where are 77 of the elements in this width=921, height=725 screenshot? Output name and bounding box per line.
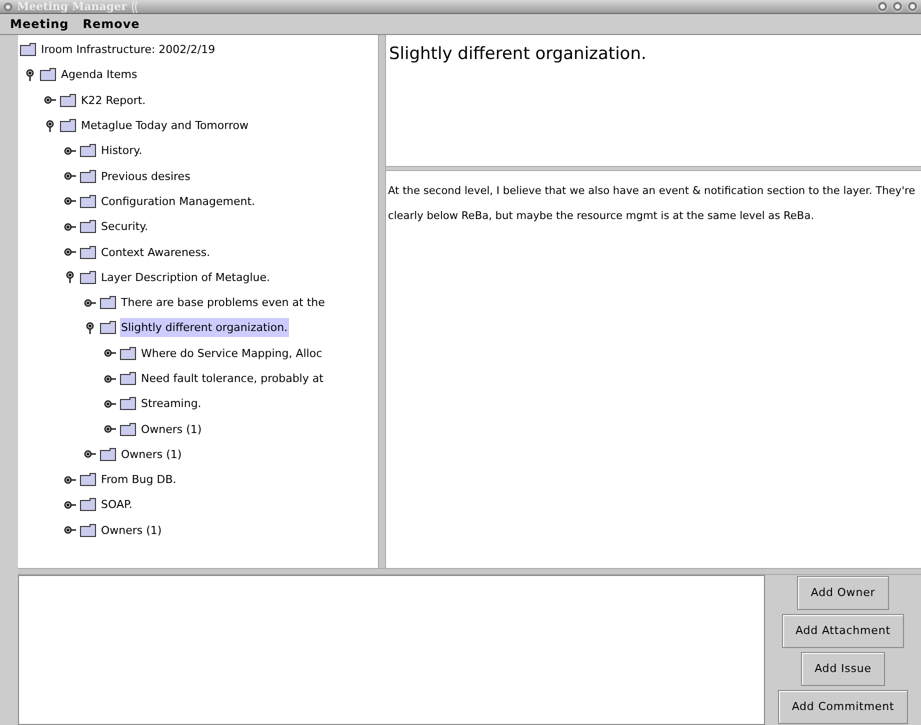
body-text[interactable]: At the second level, I believe that we also have an event & notification section to the layer. They're clearly below ReBa, but maybe the resource mgmt is at the same level as ReBa. <box>386 171 921 568</box>
collapsed-handle-icon[interactable] <box>64 195 76 208</box>
tree-item[interactable]: Previous desires <box>100 166 192 186</box>
folder-icon <box>100 321 116 334</box>
folder-icon <box>120 346 136 360</box>
grip-icon <box>130 0 139 12</box>
item-title: Slightly different organization. <box>389 43 648 65</box>
folder-icon <box>80 270 96 284</box>
collapsed-handle-icon[interactable] <box>64 170 76 182</box>
tree-item[interactable]: There are base problems even at the <box>120 293 326 312</box>
expanded-handle-icon[interactable] <box>84 322 96 334</box>
collapsed-handle-icon[interactable] <box>64 220 76 233</box>
window-menu-icon[interactable] <box>3 2 13 12</box>
collapsed-handle-icon[interactable] <box>104 372 116 384</box>
folder-icon <box>80 144 96 158</box>
folder-icon <box>80 524 96 537</box>
collapsed-handle-icon[interactable] <box>64 474 76 486</box>
tree-item[interactable]: Slightly different organization. <box>120 318 289 338</box>
folder-icon <box>80 498 96 512</box>
tree-item[interactable]: Iroom Infrastructure: 2002/2/19 <box>40 40 216 60</box>
split-handle[interactable] <box>18 568 921 575</box>
collapsed-handle-icon[interactable] <box>84 448 96 460</box>
folder-icon <box>120 422 136 436</box>
collapsed-handle-icon[interactable] <box>84 296 96 309</box>
folder-icon <box>100 448 116 461</box>
split-handle[interactable] <box>378 35 386 568</box>
folder-icon <box>60 119 76 132</box>
tree-item[interactable]: Need fault tolerance, probably at <box>140 369 324 388</box>
tree-item[interactable]: Owners (1) <box>100 520 163 540</box>
action-button[interactable]: Add Attachment <box>782 614 904 648</box>
tree-item[interactable]: Context Awareness. <box>100 242 212 262</box>
tree-item[interactable]: Owners (1) <box>140 420 203 439</box>
tree-item[interactable]: Metaglue Today and Tomorrow <box>80 116 250 136</box>
collapsed-handle-icon[interactable] <box>44 94 56 106</box>
folder-icon <box>80 473 96 486</box>
tree-item[interactable]: SOAP. <box>100 495 134 514</box>
tree-item[interactable]: Agenda Items <box>60 65 138 84</box>
expanded-handle-icon[interactable] <box>64 271 76 284</box>
action-button[interactable]: Add Commitment <box>778 690 908 724</box>
window-title: Meeting Manager <box>17 1 127 12</box>
collapsed-handle-icon[interactable] <box>64 524 76 536</box>
collapsed-handle-icon[interactable] <box>104 347 116 360</box>
menu-item[interactable]: Meeting <box>10 15 69 33</box>
folder-icon <box>20 43 36 56</box>
folder-icon <box>80 220 96 234</box>
menu-item[interactable]: Remove <box>82 15 140 33</box>
folder-icon <box>40 68 56 82</box>
title-field[interactable]: Slightly different organization. <box>386 35 921 166</box>
action-button[interactable]: Add Owner <box>796 576 890 610</box>
tree-item[interactable]: Configuration Management. <box>100 192 256 211</box>
close-icon[interactable] <box>907 1 918 12</box>
collapsed-handle-icon[interactable] <box>104 423 116 436</box>
tree-item[interactable]: From Bug DB. <box>100 470 178 490</box>
folder-icon <box>60 94 76 107</box>
collapsed-handle-icon[interactable] <box>64 246 76 258</box>
collapsed-handle-icon[interactable] <box>104 398 116 410</box>
tree-item[interactable]: K22 Report. <box>80 90 147 110</box>
collapsed-handle-icon[interactable] <box>64 498 76 511</box>
tree-item[interactable]: Where do Service Mapping, Alloc <box>140 344 324 363</box>
tree-item[interactable]: Security. <box>100 217 150 236</box>
action-button[interactable]: Add Issue <box>800 652 886 686</box>
minimize-icon[interactable] <box>877 1 888 12</box>
expanded-handle-icon[interactable] <box>24 68 36 81</box>
tree-item[interactable]: Layer Description of Metaglue. <box>100 268 271 287</box>
folder-icon <box>80 246 96 259</box>
folder-icon <box>120 372 136 385</box>
folder-icon <box>80 194 96 208</box>
tree-item[interactable]: Streaming. <box>140 394 202 414</box>
collapsed-handle-icon[interactable] <box>64 144 76 157</box>
folder-icon <box>80 170 96 183</box>
tree-item[interactable]: History. <box>100 141 144 160</box>
maximize-icon[interactable] <box>892 1 903 12</box>
folder-icon <box>120 397 136 410</box>
tree-item[interactable]: Owners (1) <box>120 444 183 464</box>
expanded-handle-icon[interactable] <box>44 120 56 132</box>
folder-icon <box>100 296 116 310</box>
notes-field[interactable] <box>18 575 765 725</box>
